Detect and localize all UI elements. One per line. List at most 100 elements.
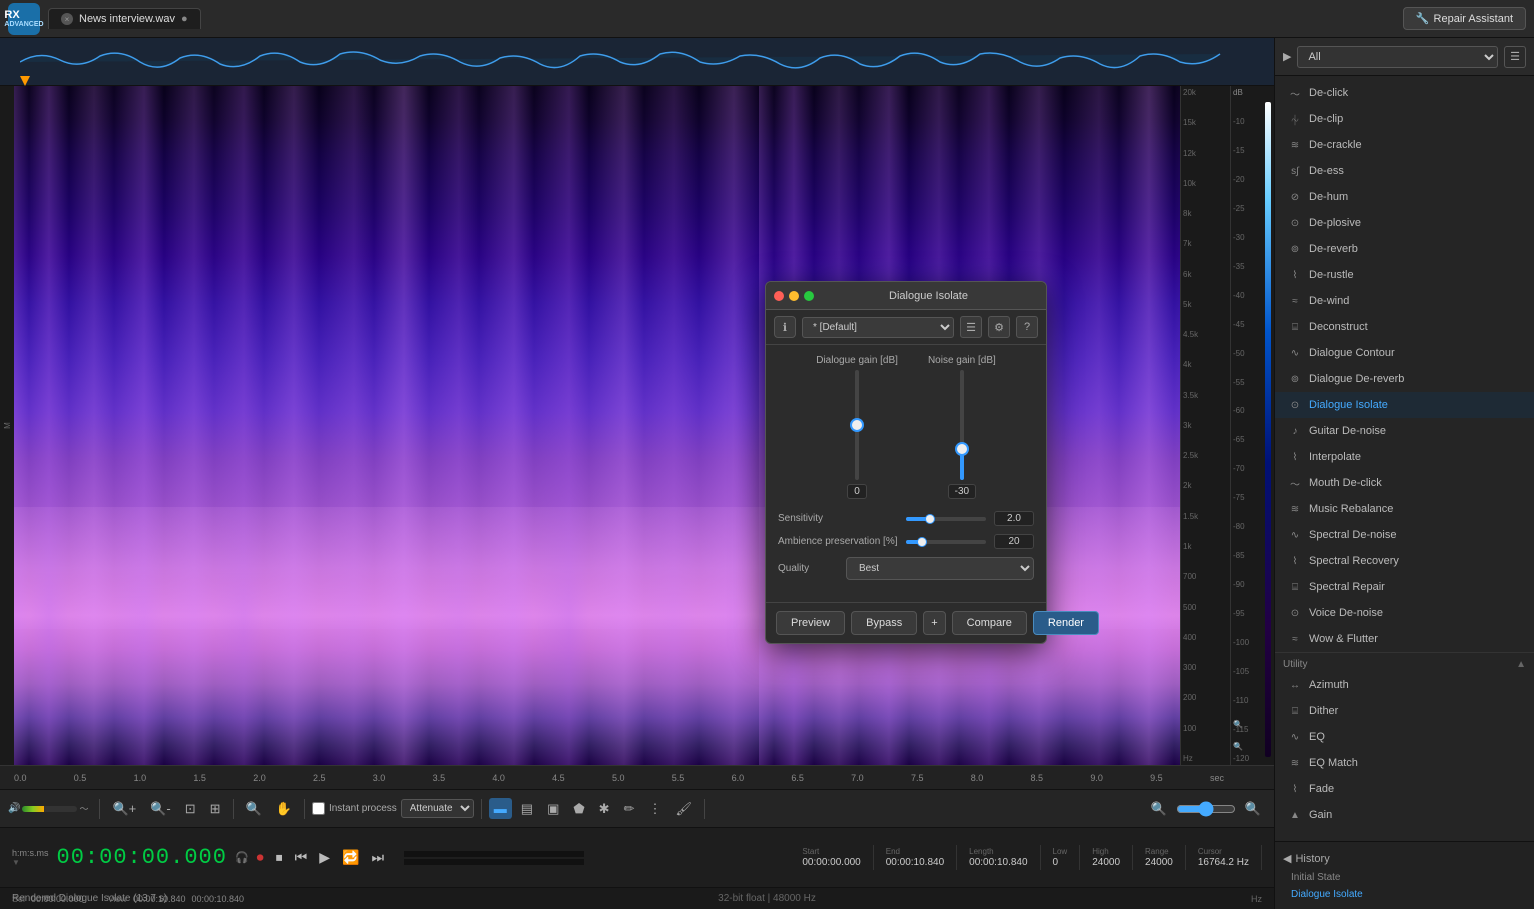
waveform-overview[interactable] — [0, 38, 1274, 86]
sidebar-item-de-ess[interactable]: s∫ De-ess — [1275, 158, 1534, 184]
sidebar-item-dither[interactable]: ⌸ Dither — [1275, 698, 1534, 724]
sidebar-item-eq[interactable]: ∿ EQ — [1275, 724, 1534, 750]
history-item-initial[interactable]: Initial State — [1275, 869, 1534, 886]
plugin-preset-select[interactable]: * [Default] — [802, 317, 954, 338]
harmonic-btn[interactable]: ⋮ — [643, 798, 666, 820]
window-minimize-btn[interactable] — [789, 291, 799, 301]
ambience-slider[interactable] — [906, 540, 986, 544]
plugin-settings-btn[interactable]: ⚙ — [988, 316, 1010, 338]
time-selection-btn[interactable]: ▬ — [489, 798, 512, 819]
headphone-icon[interactable]: 🎧 — [235, 851, 249, 864]
sidebar-item-deconstruct[interactable]: ⌸ Deconstruct — [1275, 314, 1534, 340]
brush-btn[interactable]: 🖌 — [670, 798, 697, 820]
tab-modified-dot: ● — [181, 13, 188, 25]
attenuate-select[interactable]: Attenuate — [401, 799, 474, 818]
window-maximize-btn[interactable] — [804, 291, 814, 301]
sidebar-item-gain[interactable]: ▲ Gain — [1275, 802, 1534, 828]
rect-selection-btn[interactable]: ▣ — [542, 798, 564, 820]
dialogue-gain-thumb[interactable] — [850, 418, 864, 432]
sensitivity-thumb[interactable] — [925, 514, 935, 524]
spectral-recovery-icon: ⌇ — [1287, 553, 1303, 569]
sidebar-item-de-click[interactable]: 〜 De-click — [1275, 80, 1534, 106]
sidebar-item-fade[interactable]: ⌇ Fade — [1275, 776, 1534, 802]
expand-icon[interactable]: ▶ — [1283, 50, 1291, 63]
sidebar-item-spectral-recovery[interactable]: ⌇ Spectral Recovery — [1275, 548, 1534, 574]
sidebar-item-de-wind[interactable]: ≈ De-wind — [1275, 288, 1534, 314]
sidebar-item-dialogue-contour[interactable]: ∿ Dialogue Contour — [1275, 340, 1534, 366]
pan-tool-btn[interactable]: ✋ — [271, 798, 297, 820]
play-btn[interactable]: ▶ — [315, 847, 334, 868]
zoom-fit-btn[interactable]: ⊡ — [180, 798, 201, 820]
lasso-selection-btn[interactable]: ⬟ — [568, 798, 589, 820]
sidebar-item-spectral-repair[interactable]: ⌸ Spectral Repair — [1275, 574, 1534, 600]
freq-selection-btn[interactable]: ▤ — [516, 798, 538, 820]
zoom-in-icon[interactable]: 🔍 — [1233, 720, 1243, 729]
bypass-button[interactable]: Bypass — [851, 611, 917, 635]
rewind-btn[interactable]: ⏮ — [291, 847, 312, 868]
plugin-info-btn[interactable]: ℹ — [774, 316, 796, 338]
zoom-out-icon[interactable]: 🔍 — [1233, 742, 1243, 751]
zoom-out-btn[interactable]: 🔍- — [145, 798, 176, 820]
zoom-sel-btn[interactable]: ⊞ — [205, 798, 226, 820]
preview-button[interactable]: Preview — [776, 611, 845, 635]
spectrogram-container[interactable]: M 20k 15k 12k 10k 8k 7k — [0, 86, 1274, 765]
stop-btn[interactable]: ⏹ — [272, 847, 287, 868]
magic-wand-btn[interactable]: ✱ — [594, 798, 615, 820]
timecode-format-arrow[interactable]: ▼ — [12, 858, 49, 867]
record-btn[interactable]: ⏺ — [253, 847, 268, 868]
file-tab[interactable]: × News interview.wav ● — [48, 8, 201, 29]
plus-button[interactable]: + — [923, 611, 945, 635]
instant-process-checkbox[interactable]: Instant process — [312, 802, 397, 815]
history-item-dialogue-isolate[interactable]: Dialogue Isolate — [1275, 886, 1534, 903]
mouth-de-click-icon: 〜 — [1287, 475, 1303, 491]
forward-btn[interactable]: ⏭ — [367, 847, 388, 868]
sidebar-item-de-reverb[interactable]: ⊚ De-reverb — [1275, 236, 1534, 262]
plugin-list-btn[interactable]: ☰ — [960, 316, 982, 338]
ambience-thumb[interactable] — [917, 537, 927, 547]
sidebar-item-dialogue-de-reverb[interactable]: ⊚ Dialogue De-reverb — [1275, 366, 1534, 392]
window-close-btn[interactable] — [774, 291, 784, 301]
dialogue-gain-slider[interactable] — [845, 370, 869, 480]
sidebar-item-azimuth[interactable]: ↔ Azimuth — [1275, 672, 1534, 698]
sidebar-item-voice-de-noise[interactable]: ⊙ Voice De-noise — [1275, 600, 1534, 626]
zoom-decrease-btn[interactable]: 🔍 — [1146, 798, 1172, 820]
sidebar-item-spectral-de-noise[interactable]: ∿ Spectral De-noise — [1275, 522, 1534, 548]
sidebar-item-guitar-de-noise[interactable]: ♪ Guitar De-noise — [1275, 418, 1534, 444]
sidebar-item-de-crackle[interactable]: ≋ De-crackle — [1275, 132, 1534, 158]
noise-gain-slider[interactable] — [950, 370, 974, 480]
sidebar-item-interpolate[interactable]: ⌇ Interpolate — [1275, 444, 1534, 470]
noise-gain-thumb[interactable] — [955, 442, 969, 456]
tab-close-btn[interactable]: × — [61, 13, 73, 25]
sensitivity-slider[interactable] — [906, 517, 986, 521]
sidebar-item-de-clip[interactable]: ⏆ De-clip — [1275, 106, 1534, 132]
toolbar-sep-4 — [481, 799, 482, 819]
repair-assistant-button[interactable]: 🔧 Repair Assistant — [1403, 7, 1526, 30]
compare-button[interactable]: Compare — [952, 611, 1027, 635]
sidebar-item-dialogue-isolate[interactable]: ⊙ Dialogue Isolate — [1275, 392, 1534, 418]
waveform-icon[interactable]: 〜 — [79, 802, 88, 815]
zoom-slider[interactable] — [1176, 801, 1236, 817]
plugin-help-btn[interactable]: ? — [1016, 316, 1038, 338]
loop-btn[interactable]: 🔁 — [338, 847, 363, 868]
zoom-freq-btn[interactable]: 🔍 — [241, 798, 267, 820]
render-button[interactable]: Render — [1033, 611, 1099, 635]
repair-assistant-icon: 🔧 — [1416, 12, 1430, 25]
sidebar-item-de-plosive[interactable]: ⊙ De-plosive — [1275, 210, 1534, 236]
sidebar-filter-select[interactable]: All — [1297, 46, 1498, 68]
history-header[interactable]: ◀ History — [1275, 848, 1534, 869]
sidebar-item-de-rustle[interactable]: ⌇ De-rustle — [1275, 262, 1534, 288]
sidebar-item-wow-flutter[interactable]: ≈ Wow & Flutter — [1275, 626, 1534, 652]
sidebar-item-eq-match[interactable]: ≋ EQ Match — [1275, 750, 1534, 776]
sidebar-item-music-rebalance[interactable]: ≋ Music Rebalance — [1275, 496, 1534, 522]
sidebar-item-de-hum[interactable]: ⊘ De-hum — [1275, 184, 1534, 210]
instant-process-input[interactable] — [312, 802, 325, 815]
quality-select[interactable]: Best Better Good — [846, 557, 1034, 580]
pencil-btn[interactable]: ✏ — [619, 798, 640, 820]
high-val: 24000 — [1092, 857, 1120, 868]
zoom-increase-btn[interactable]: 🔍 — [1240, 798, 1266, 820]
sidebar-item-mouth-de-click[interactable]: 〜 Mouth De-click — [1275, 470, 1534, 496]
y-axis-label: M — [2, 422, 11, 429]
zoom-in-btn[interactable]: 🔍+ — [107, 798, 141, 820]
utility-section-header[interactable]: Utility ▲ — [1275, 652, 1534, 672]
sidebar-menu-btn[interactable]: ☰ — [1504, 46, 1526, 68]
